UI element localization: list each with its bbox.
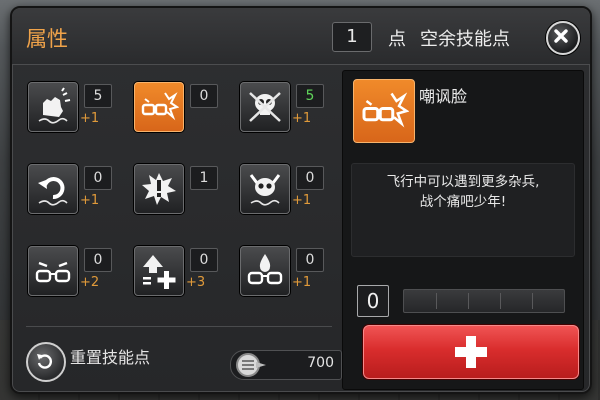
skill-level: 5 (84, 84, 112, 108)
reset-icon (37, 354, 52, 369)
skill-slot-6[interactable]: 0 +1 (236, 160, 336, 222)
skill-bonus: +1 (292, 193, 312, 208)
skill-bonus: +1 (292, 111, 312, 126)
drill-coin-icon (236, 353, 266, 377)
skill-level: 0 (190, 248, 218, 272)
skill-slot-9[interactable]: 0 +1 (236, 242, 336, 304)
skill-level: 5 (296, 84, 324, 108)
skill-level: 1 (190, 166, 218, 190)
close-icon (554, 29, 568, 43)
skill-slot-5[interactable]: 1 (130, 160, 230, 222)
skill-slot-8[interactable]: 0 +3 (130, 242, 230, 304)
skill-icon-box[interactable] (240, 164, 290, 214)
progress-segment-divider (468, 293, 469, 309)
skill-slot-2[interactable]: 0 (130, 78, 230, 140)
skill-slot-1[interactable]: 5 +1 (24, 78, 124, 140)
skill-icon-box[interactable] (28, 246, 78, 296)
up-arrow-plus-icon (143, 255, 176, 289)
detail-description: 飞行中可以遇到更多杂兵, 战个痛吧少年! (351, 163, 575, 257)
attributes-panel: 属性 1 点 空余技能点 5 +1 0 5 +1 0 +1 1 0 +1 0 +… (10, 6, 592, 394)
skill-progress-bar (403, 289, 565, 313)
skill-bonus: +2 (80, 275, 100, 290)
skill-level: 0 (84, 166, 112, 190)
skill-level: 0 (296, 248, 324, 272)
skill-level: 0 (84, 248, 112, 272)
skill-points-label: 空余技能点 (420, 29, 510, 50)
skill-bonus: +1 (80, 193, 100, 208)
glasses-burst-icon (141, 92, 179, 121)
horned-skull-icon (249, 174, 281, 206)
skill-bonus: +3 (186, 275, 206, 290)
skill-bonus: +1 (292, 275, 312, 290)
reset-skill-points-label[interactable]: 重置技能点 (70, 344, 150, 368)
coin-value: 700 (307, 355, 334, 371)
skill-level: 0 (190, 84, 218, 108)
skill-points-unit: 点 (388, 29, 406, 50)
add-skill-point-button[interactable] (363, 325, 579, 379)
progress-segment-divider (532, 293, 533, 309)
close-button[interactable] (546, 21, 580, 55)
skill-icon-box[interactable] (240, 82, 290, 132)
skill-icon-box[interactable] (134, 246, 184, 296)
detail-skill-icon-box (353, 79, 415, 143)
tear-glasses-icon (247, 254, 283, 285)
skill-slot-4[interactable]: 0 +1 (24, 160, 124, 222)
skill-icon-box-selected[interactable] (134, 82, 184, 132)
skill-grid: 5 +1 0 5 +1 0 +1 1 0 +1 0 +2 0 +3 0 +1 (24, 74, 336, 314)
plus-icon (455, 336, 487, 368)
exclamation-burst-icon (142, 173, 176, 205)
skill-slot-3[interactable]: 5 +1 (236, 78, 336, 140)
divider (26, 326, 332, 327)
skill-level: 0 (296, 166, 324, 190)
skill-icon-box[interactable] (134, 164, 184, 214)
detail-skill-level: 0 (357, 285, 389, 317)
skill-icon-box[interactable] (28, 164, 78, 214)
description-line-2: 战个痛吧少年! (419, 194, 507, 210)
angry-glasses-icon (35, 261, 71, 283)
skill-points-value: 1 (332, 22, 372, 52)
title-bar: 属性 1 点 空余技能点 (12, 8, 590, 65)
description-line-1: 飞行中可以遇到更多杂兵, (386, 174, 540, 190)
spin-arrow-icon (38, 177, 68, 206)
progress-segment-divider (500, 293, 501, 309)
detail-skill-name: 嘲讽脸 (419, 87, 468, 106)
skill-slot-7[interactable]: 0 +2 (24, 242, 124, 304)
skill-icon-box[interactable] (240, 246, 290, 296)
skill-icon-box[interactable] (28, 82, 78, 132)
progress-segment-divider (436, 293, 437, 309)
skill-bonus: +1 (80, 111, 100, 126)
panel-title: 属性 (26, 27, 68, 51)
glasses-burst-icon (362, 92, 409, 128)
skull-crossbones-icon (249, 92, 281, 122)
fist-icon (38, 87, 71, 124)
reset-skill-points-button[interactable] (26, 342, 66, 382)
skill-detail-panel: 嘲讽脸 飞行中可以遇到更多杂兵, 战个痛吧少年! 0 (342, 70, 584, 390)
